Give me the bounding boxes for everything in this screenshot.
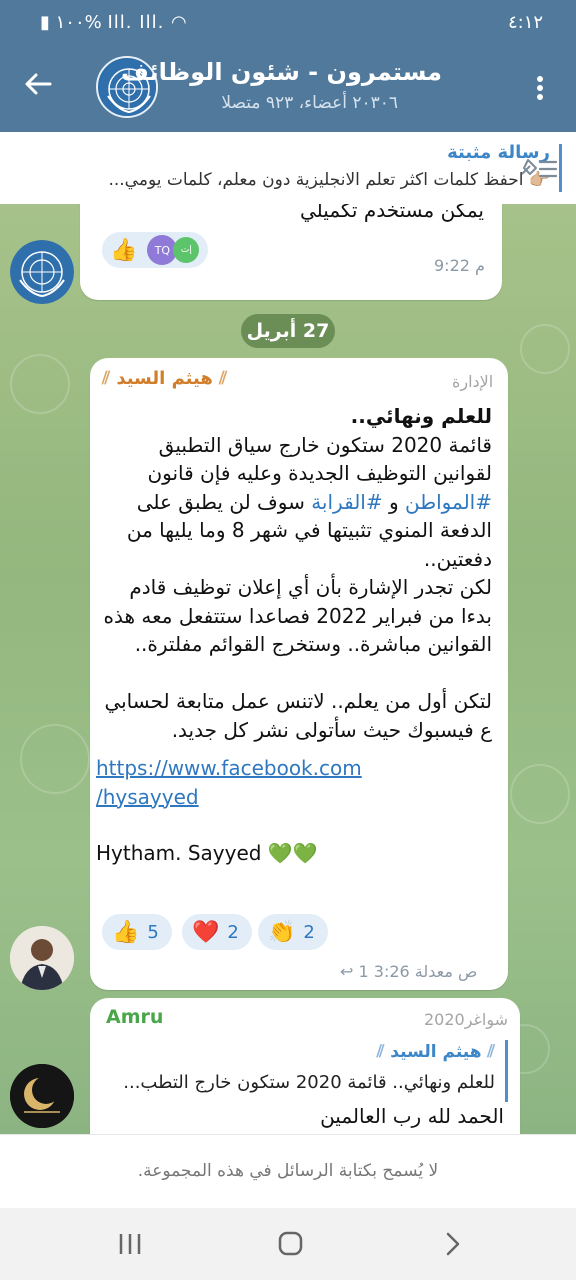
slash-decoration-icon: ⫽ <box>219 368 228 389</box>
message-time: 9:22 م <box>434 256 485 275</box>
message-body: للعلم ونهائي.. قائمة 2020 ستكون خارج سيا… <box>96 402 492 868</box>
forward-count: 1 <box>358 962 369 981</box>
system-nav-bar <box>0 1208 576 1280</box>
slash-decoration-icon: ⫽ <box>487 1042 495 1062</box>
reply-sender: ⫽ هيثم السيد ⫽ <box>376 1042 495 1062</box>
pinned-list-icon[interactable] <box>516 154 560 184</box>
person-photo-icon <box>10 926 74 990</box>
hashtag-link[interactable]: #المواطن <box>405 490 492 514</box>
message-bubble[interactable]: الإدارة ⫽ هيثم السيد ⫽ للعلم ونهائي.. قا… <box>90 358 508 990</box>
forward-icon: ↩ <box>340 962 354 981</box>
group-member-count: ٢٠٣٠٦ أعضاء، ٩٢٣ متصلا <box>221 93 398 113</box>
battery-level: ١٠٠% <box>55 12 102 33</box>
reactor-avatar: إت <box>173 237 200 263</box>
reply-text: للعلم ونهائي.. قائمة 2020 ستكون خارج الت… <box>123 1072 495 1093</box>
facebook-link[interactable]: https://www.facebook.com /hysayyed <box>96 754 492 811</box>
chat-header: مستمرون - شئون الوظائف ٢٠٣٠٦ أعضاء، ٩٢٣ … <box>0 44 576 132</box>
message-paragraph: لكن تجدر الإشارة بأن أي إعلان توظيف قادم… <box>103 575 493 656</box>
wifi-icon: ◠ <box>171 12 188 33</box>
message-paragraph: لتكن أول من يعلم.. لاتنس عمل متابعة لحسا… <box>104 689 492 742</box>
chat-area[interactable]: يمكن مستخدم تكميلي 👍 TQ إت 9:22 م 27 أبر… <box>0 204 576 1134</box>
crescent-moon-icon <box>10 1064 74 1128</box>
recent-apps-icon[interactable] <box>112 1228 148 1260</box>
slash-decoration-icon: ⫽ <box>376 1042 385 1062</box>
reaction-chip[interactable]: 👍 TQ إت <box>102 232 208 268</box>
date-separator: 27 أبريل <box>241 314 335 348</box>
status-icons: ▮ ١٠٠% Ill. Ill. ◠ <box>40 12 188 33</box>
battery-icon: ▮ <box>40 12 50 33</box>
message-bubble[interactable]: يمكن مستخدم تكميلي 👍 TQ إت 9:22 م <box>80 204 502 300</box>
home-icon[interactable] <box>272 1228 308 1260</box>
reaction-clap[interactable]: 👏 2 <box>258 914 328 950</box>
status-bar: ▮ ١٠٠% Ill. Ill. ◠ ٤:١٢ <box>0 0 576 44</box>
pinned-text: 👉🏼 احفظ كلمات اكثر تعلم الانجليزية دون م… <box>108 170 550 190</box>
reaction-thumbs-up[interactable]: 👍 5 <box>102 914 172 950</box>
edited-label: معدلة <box>414 962 453 981</box>
back-arrow-icon[interactable] <box>22 68 62 108</box>
message-bubble[interactable]: Amru شواغر2020 ⫽ هيثم السيد ⫽ للعلم ونها… <box>90 998 520 1134</box>
reaction-heart[interactable]: ❤️ 2 <box>182 914 252 950</box>
messaging-disabled-notice: لا يُسمح بكتابة الرسائل في هذه المجموعة. <box>0 1134 576 1208</box>
reply-quote[interactable]: ⫽ هيثم السيد ⫽ للعلم ونهائي.. قائمة 2020… <box>104 1040 508 1102</box>
admin-badge: الإدارة <box>452 372 494 391</box>
message-text: يمكن مستخدم تكميلي <box>300 204 484 222</box>
sender-name[interactable]: ⫽ هيثم السيد ⫽ <box>102 368 268 389</box>
sender-avatar[interactable] <box>10 1064 74 1128</box>
signal-icon: Ill. Ill. <box>107 12 165 33</box>
sender-badge: شواغر2020 <box>423 1010 508 1029</box>
slash-decoration-icon: ⫽ <box>102 368 111 389</box>
message-paragraph: قائمة 2020 ستكون خارج سياق التطبيق لقوان… <box>126 432 492 571</box>
more-menu-icon[interactable] <box>528 68 552 108</box>
pinned-message-bar[interactable]: رسالة مثبتة 👉🏼 احفظ كلمات اكثر تعلم الان… <box>0 132 576 204</box>
group-title[interactable]: مستمرون - شئون الوظائف <box>121 58 442 86</box>
thumbs-up-emoji: 👍 <box>110 237 138 263</box>
sender-avatar[interactable] <box>10 240 74 304</box>
sender-avatar[interactable] <box>10 926 74 990</box>
hashtag-link[interactable]: #القرابة <box>311 490 382 514</box>
message-headline: للعلم ونهائي.. <box>350 404 492 428</box>
sender-name[interactable]: Amru <box>106 1006 163 1028</box>
status-time: ٤:١٢ <box>508 12 544 33</box>
message-text: الحمد لله رب العالمين <box>320 1104 504 1128</box>
un-emblem-icon <box>10 240 74 304</box>
message-signature: Hytham. Sayyed 💚💚 <box>96 841 318 865</box>
back-nav-icon[interactable] <box>434 1228 470 1260</box>
message-meta: ↩ 1 3:26 ص معدلة <box>340 962 477 981</box>
